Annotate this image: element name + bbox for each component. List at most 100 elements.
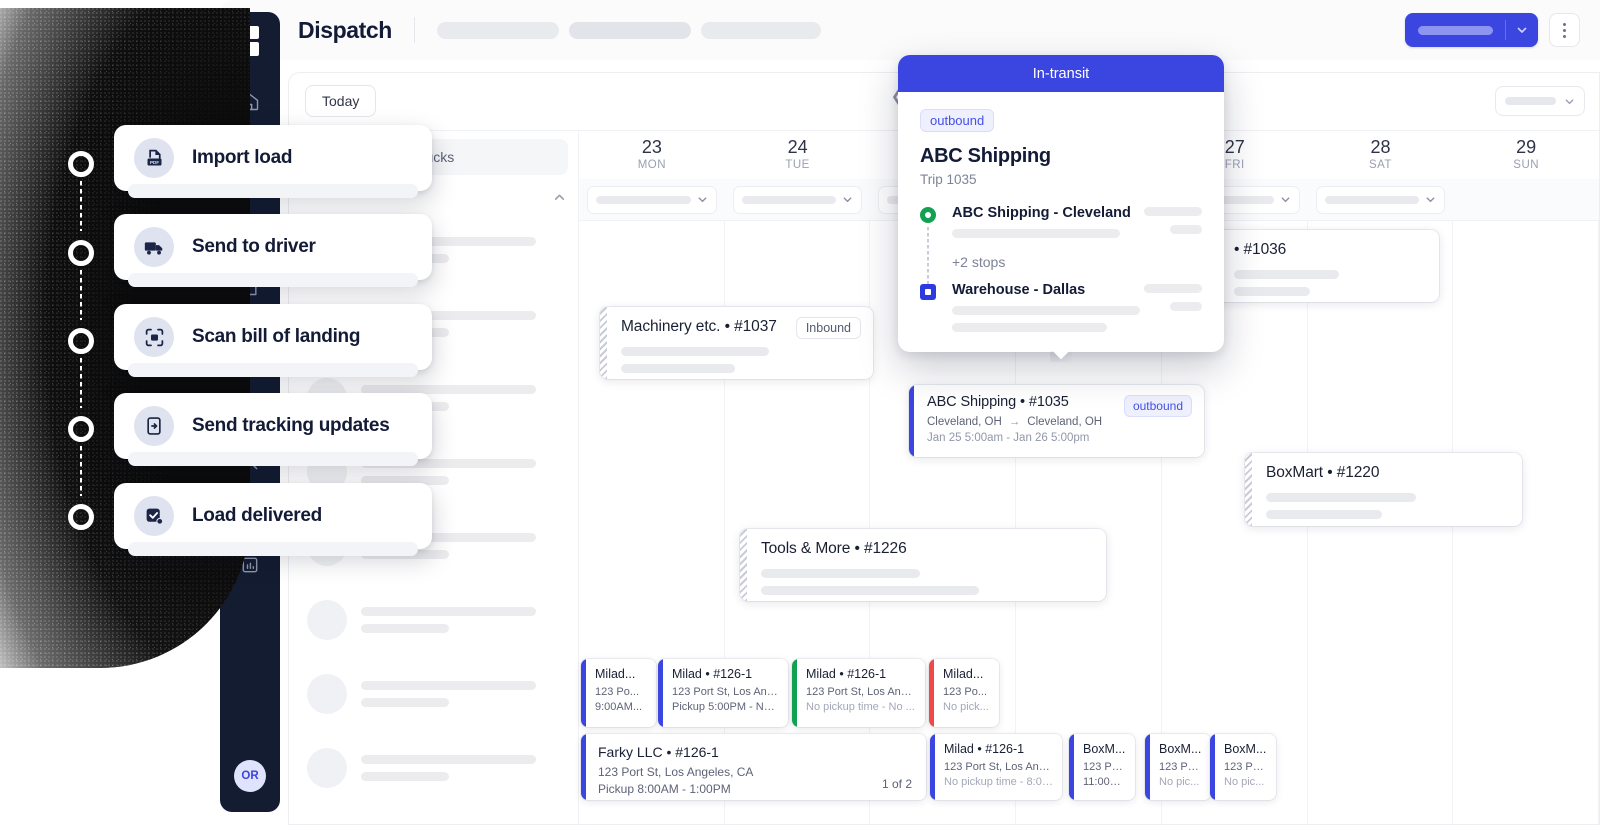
mini-card-time: No pic... <box>1224 776 1267 788</box>
status-badge: Inbound <box>796 317 861 339</box>
date-number: 23 <box>579 136 725 158</box>
stop-count: 1 of 2 <box>882 777 912 791</box>
workflow-label: Send tracking updates <box>192 415 389 437</box>
pdf-file-icon: PDF <box>134 138 174 178</box>
load-card-machinery[interactable]: Machinery etc. • #1037 Inbound <box>600 307 873 379</box>
table-row[interactable] <box>289 583 578 657</box>
mini-card-title: Milad • #126-1 <box>806 667 916 681</box>
trip-detail-popover: In-transit outbound ABC Shipping Trip 10… <box>898 55 1224 352</box>
workflow-label: Import load <box>192 147 292 169</box>
mini-load-card[interactable]: Milad • #126-1 123 Port St, Los Angel...… <box>792 659 925 727</box>
view-select[interactable] <box>1495 86 1585 116</box>
popover-trip-id: Trip 1035 <box>920 172 1202 187</box>
destination: Cleveland, OH <box>1027 416 1102 428</box>
more-stops-label[interactable]: +2 stops <box>920 254 1202 270</box>
mini-load-card[interactable]: BoxM... 123 Po... 11:00AM... <box>1069 734 1135 800</box>
mini-load-card[interactable]: Milad • #126-1 123 Port St, Los Angel...… <box>658 659 788 727</box>
chevron-down-icon <box>1425 194 1436 205</box>
mini-load-card[interactable]: Milad... 123 Po... No pick... <box>929 659 999 727</box>
svg-text:PDF: PDF <box>149 160 158 165</box>
workflow-card-import-load[interactable]: PDF Import load <box>114 125 432 191</box>
timeline-node <box>68 328 94 354</box>
column-filter-select[interactable] <box>1316 186 1446 214</box>
app-topbar: Dispatch <box>220 0 1600 60</box>
mini-card-title: BoxM... <box>1083 742 1126 756</box>
date-number: 29 <box>1453 136 1599 158</box>
workflow-card-tracking-updates[interactable]: Send tracking updates <box>114 393 432 459</box>
scan-icon <box>134 317 174 357</box>
chevron-down-icon <box>697 194 708 205</box>
screenshot-root: Dispatch Today <box>0 0 1600 825</box>
mini-card-address: 123 Port St, Los Angeles, CA <box>598 765 914 779</box>
date-column: 29SUN <box>1453 131 1599 179</box>
mini-card-time: 9:00AM... <box>595 701 647 713</box>
origin: Cleveland, OH <box>927 416 1002 428</box>
mini-load-card[interactable]: BoxM... 123 Po... No pic... <box>1145 734 1211 800</box>
table-row[interactable] <box>289 731 578 805</box>
chevron-down-icon[interactable] <box>1506 24 1538 36</box>
more-vertical-icon[interactable] <box>1549 13 1580 47</box>
column-filter-select[interactable] <box>587 186 717 214</box>
stop-meta-skeleton <box>1144 284 1202 311</box>
stop-list: ABC Shipping - Cleveland +2 stops Wareho… <box>920 205 1202 332</box>
mini-card-time: Pickup 8:00AM - 1:00PM <box>598 782 914 796</box>
breadcrumb-skeleton-2 <box>569 22 691 39</box>
workflow-card-scan-bill[interactable]: Scan bill of landing <box>114 304 432 370</box>
table-row[interactable] <box>289 657 578 731</box>
truck-icon <box>134 227 174 267</box>
popover-customer: ABC Shipping <box>920 145 1202 168</box>
timeline-connector <box>80 358 82 408</box>
stop-item-last[interactable]: Warehouse - Dallas <box>920 282 1202 332</box>
mini-card-title: Milad... <box>595 667 647 681</box>
timeline-connector <box>80 181 82 231</box>
direction-badge: outbound <box>920 109 994 132</box>
mobile-share-icon <box>134 406 174 446</box>
date-weekday: SAT <box>1308 159 1454 171</box>
workflow-card-load-delivered[interactable]: Load delivered <box>114 483 432 549</box>
date-number: 24 <box>725 136 871 158</box>
mini-load-card[interactable]: Farky LLC • #126-1 123 Port St, Los Ange… <box>581 734 926 800</box>
breadcrumb-skeleton-1 <box>437 22 559 39</box>
popover-arrow <box>1050 351 1072 362</box>
today-button[interactable]: Today <box>305 85 376 117</box>
workflow-card-send-to-driver[interactable]: Send to driver <box>114 214 432 280</box>
mini-load-card[interactable]: BoxM... 123 Po... No pic... <box>1210 734 1276 800</box>
mini-card-title: BoxM... <box>1224 742 1267 756</box>
load-card-boxmart-1220[interactable]: BoxMart • #1220 <box>1245 453 1522 526</box>
breadcrumb <box>437 22 821 39</box>
date-weekday: TUE <box>725 159 871 171</box>
workflow-label: Load delivered <box>192 505 322 527</box>
mini-card-time: No pickup time - 8:00A... <box>944 776 1053 788</box>
timeline-node <box>68 240 94 266</box>
mini-card-title: Milad • #126-1 <box>944 742 1053 756</box>
card-stripe <box>740 529 747 601</box>
date-column: 23MON <box>579 131 725 179</box>
mini-card-title: Milad... <box>943 667 990 681</box>
load-route: Cleveland, OH → Cleveland, OH <box>927 416 1192 428</box>
mini-card-title: BoxM... <box>1159 742 1202 756</box>
load-card-title: Tools & More • #1226 <box>761 540 1092 558</box>
mini-load-card[interactable]: Milad... 123 Po... 9:00AM... <box>581 659 656 727</box>
mini-card-time: No pic... <box>1159 776 1202 788</box>
mini-load-card[interactable]: Milad • #126-1 123 Port St, Los Angel...… <box>930 734 1062 800</box>
timeline-node <box>68 504 94 530</box>
load-card-tools-1226[interactable]: Tools & More • #1226 <box>740 529 1106 601</box>
workflow-label: Send to driver <box>192 236 316 258</box>
topbar-actions <box>1405 13 1600 47</box>
popover-body: outbound ABC Shipping Trip 1035 ABC Ship… <box>898 92 1224 352</box>
primary-action-label[interactable] <box>1405 26 1505 35</box>
mini-card-time: 11:00AM... <box>1083 776 1126 788</box>
timeline-node <box>68 416 94 442</box>
load-card-1036[interactable]: • #1036 <box>1213 230 1439 302</box>
popover-status-header: In-transit <box>898 55 1224 92</box>
column-filter-select[interactable] <box>733 186 863 214</box>
avatar <box>307 674 347 714</box>
workflow-timeline <box>68 145 98 545</box>
chevron-down-icon <box>1280 194 1291 205</box>
primary-action-button[interactable] <box>1405 13 1538 47</box>
stop-item-first[interactable]: ABC Shipping - Cleveland <box>920 205 1202 238</box>
chevron-up-icon[interactable] <box>553 191 566 204</box>
avatar[interactable]: OR <box>234 760 266 792</box>
load-card-abc-1035[interactable]: ABC Shipping • #1035 outbound Cleveland,… <box>909 385 1204 457</box>
mini-card-address: 123 Po... <box>595 686 647 698</box>
